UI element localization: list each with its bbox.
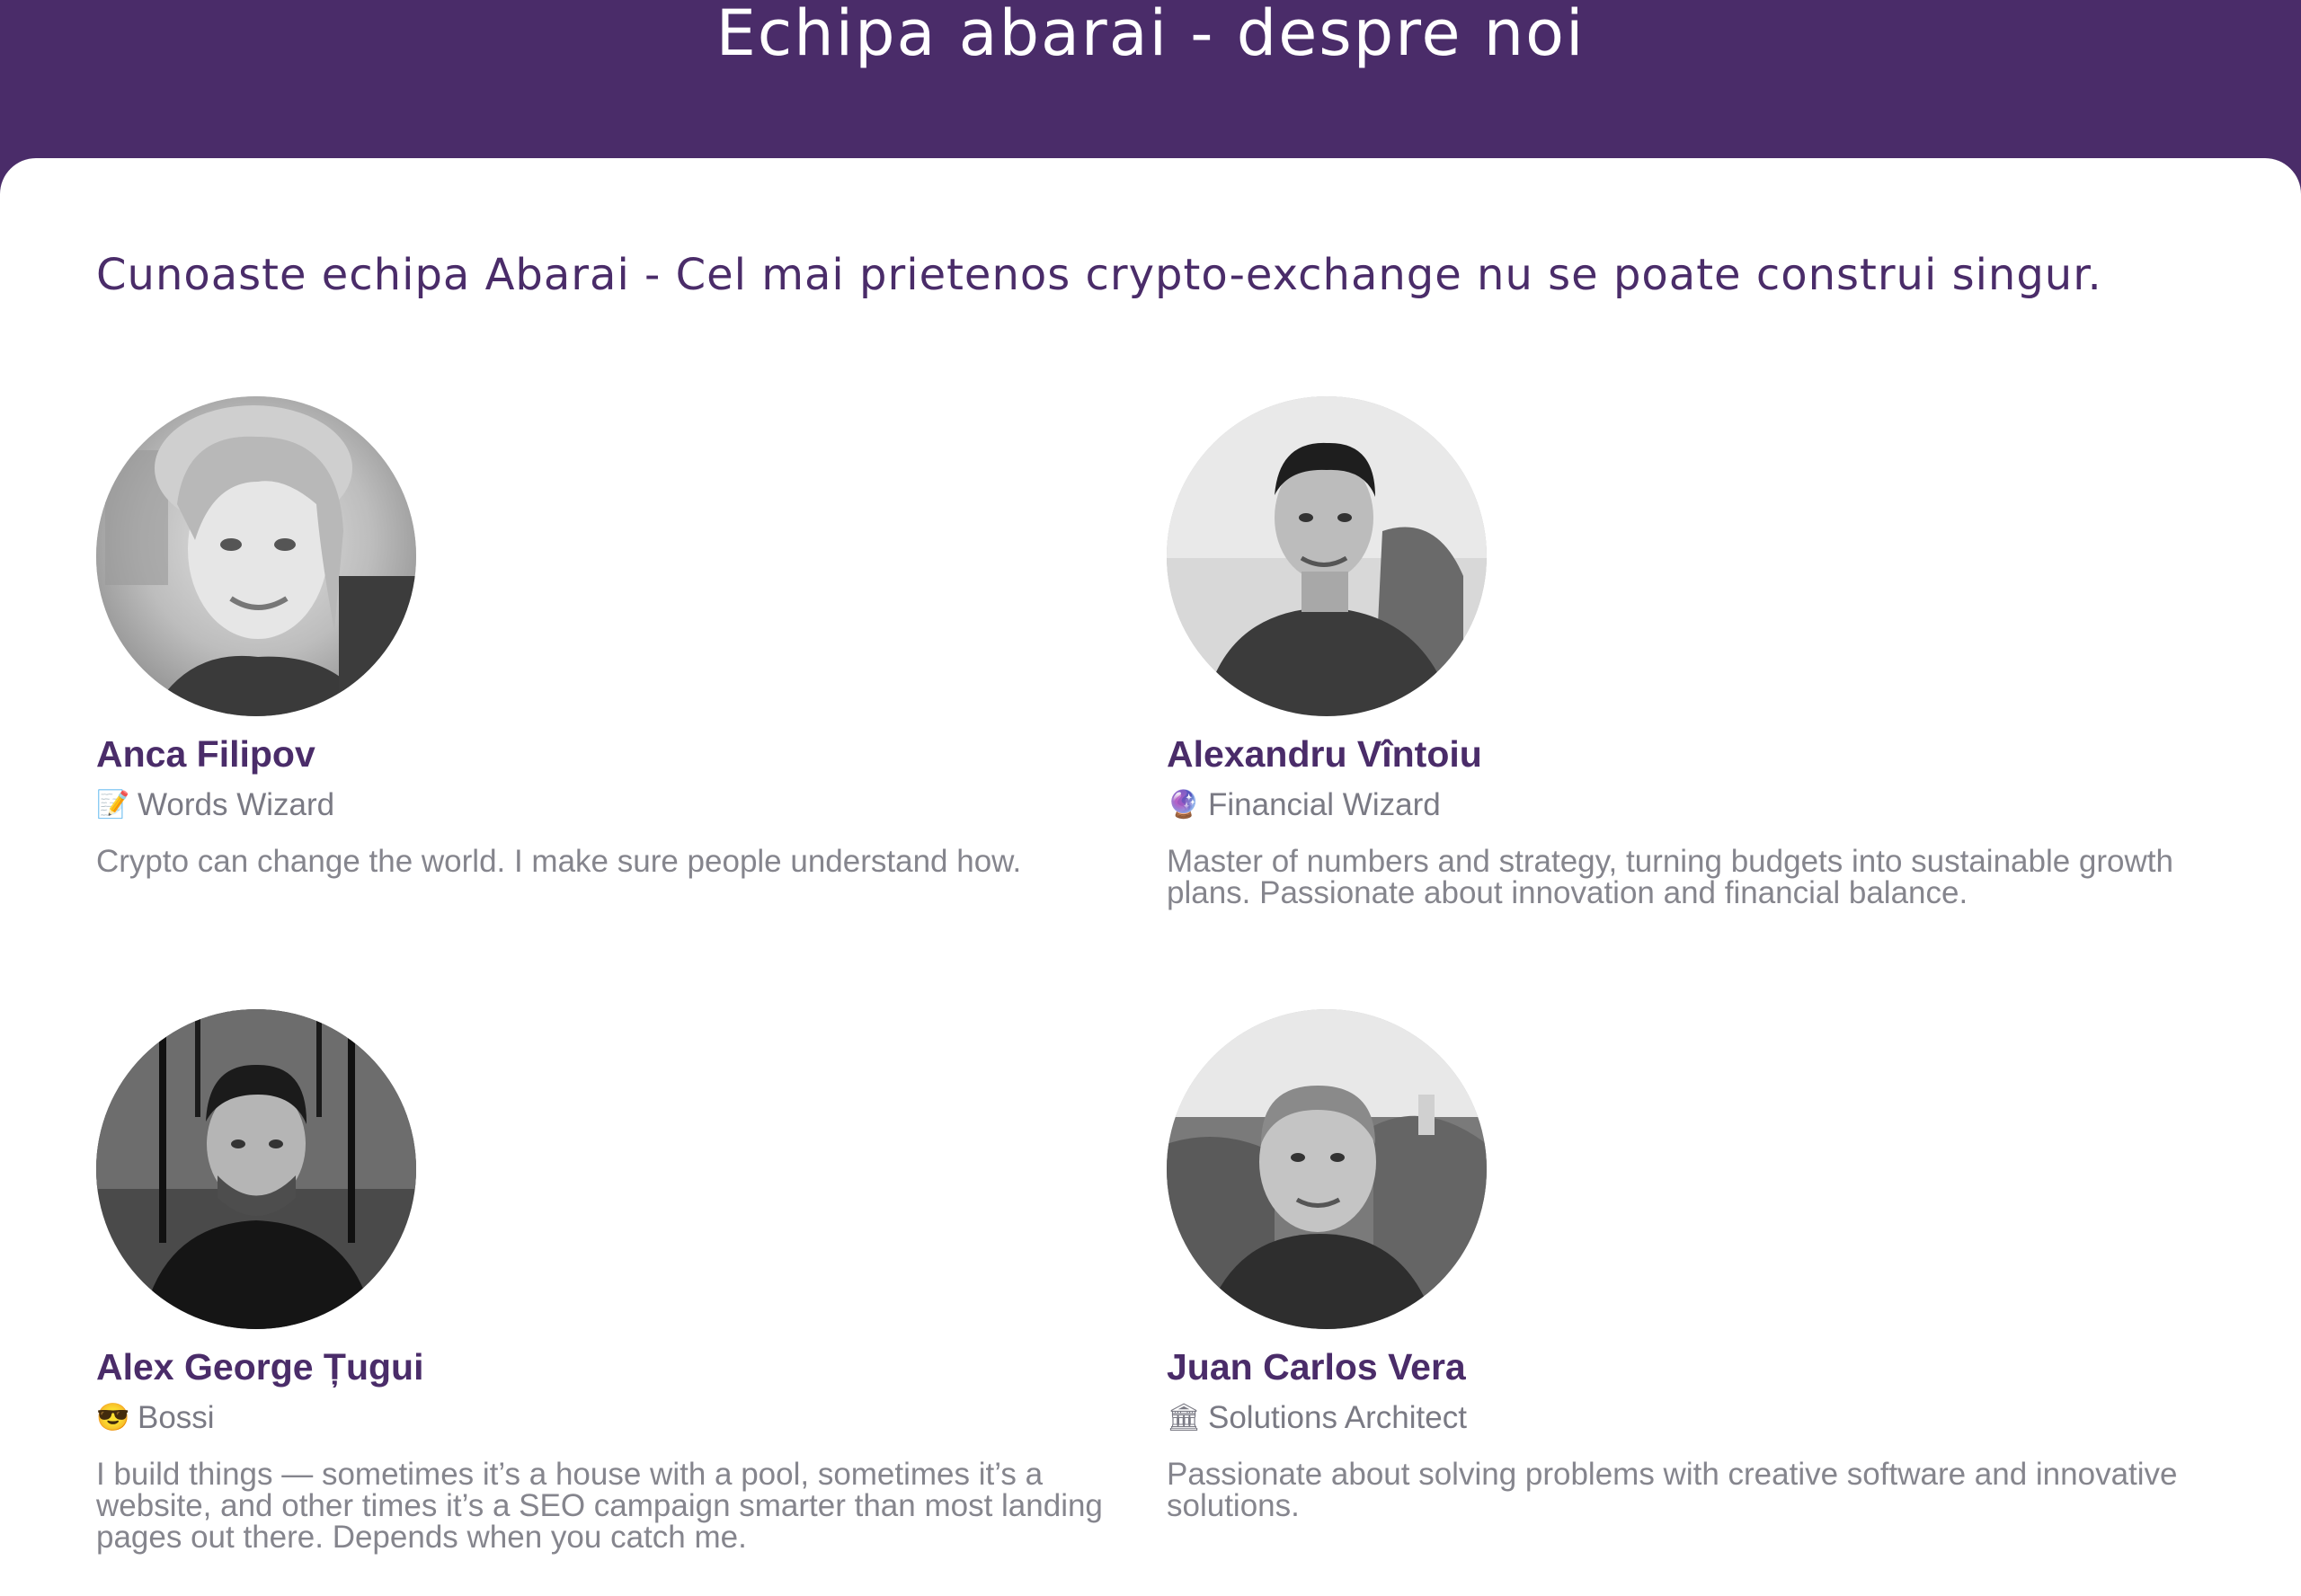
sunglasses-face-icon: 😎 [96,1403,130,1432]
portrait-photo [1167,1009,1487,1329]
member-role-label: Bossi [138,1400,215,1435]
team-member-card: Anca Filipov 📝 Words Wizard Crypto can c… [96,396,1139,877]
portrait-photo [1167,396,1487,716]
member-role-label: Words Wizard [138,787,335,822]
member-name: Alexandru Vîntoiu [1167,733,1482,775]
avatar [1167,396,1487,716]
team-member-card: Alexandru Vîntoiu 🔮 Financial Wizard Mas… [1167,396,2209,909]
member-role: 📝 Words Wizard [96,785,1139,826]
portrait-photo [96,396,416,716]
portrait-photo [96,1009,416,1329]
member-bio: I build things — sometimes it’s a house … [96,1457,1103,1555]
member-bio: Crypto can change the world. I make sure… [96,844,1022,879]
member-bio: Master of numbers and strategy, turning … [1167,844,2173,910]
member-bio: Passionate about solving problems with c… [1167,1457,2178,1523]
avatar [96,396,416,716]
member-role: 🔮 Financial Wizard [1167,785,2209,826]
page-title: Echipa abarai - despre noi [715,0,1586,70]
member-role-label: Financial Wizard [1208,787,1441,822]
avatar [1167,1009,1487,1329]
team-member-card: Juan Carlos Vera 🏛 Solutions Architect P… [1167,1009,2209,1521]
team-member-card: Alex George Țugui 😎 Bossi I build things… [96,1009,1139,1553]
crystal-ball-icon: 🔮 [1167,790,1201,820]
member-name: Alex George Țugui [96,1346,424,1388]
member-role: 😎 Bossi [96,1397,1139,1439]
intro-heading: Cunoaste echipa Abarai - Cel mai prieten… [96,250,2102,300]
avatar [96,1009,416,1329]
member-name: Anca Filipov [96,733,315,775]
member-role-label: Solutions Architect [1208,1400,1467,1435]
classical-building-icon: 🏛 [1167,1403,1202,1432]
member-role: 🏛 Solutions Architect [1167,1397,2209,1439]
page-header: Echipa abarai - despre noi [0,0,2301,162]
memo-icon: 📝 [96,790,130,820]
member-name: Juan Carlos Vera [1167,1346,1466,1388]
main-content: Cunoaste echipa Abarai - Cel mai prieten… [0,158,2301,1596]
